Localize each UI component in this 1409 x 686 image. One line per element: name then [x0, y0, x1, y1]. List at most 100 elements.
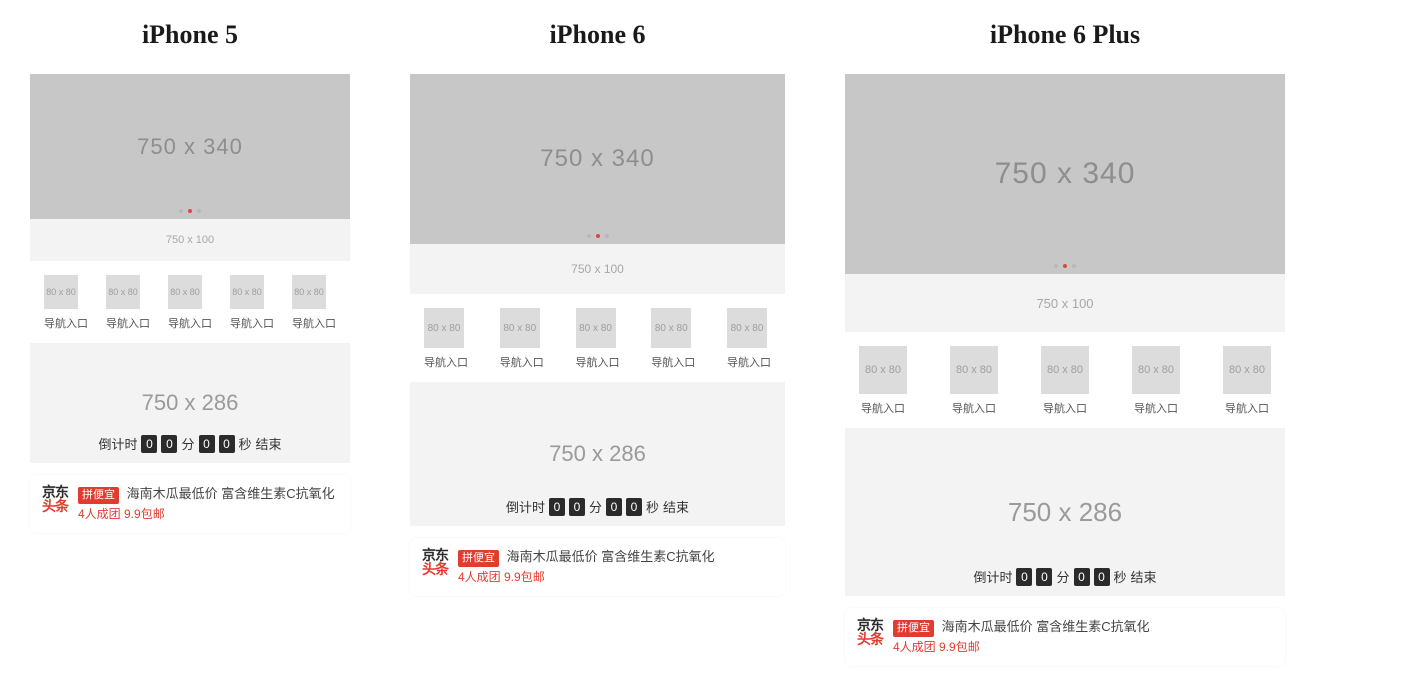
countdown-digit: 0 [1016, 568, 1032, 586]
news-logo-top: 京东 [422, 548, 448, 562]
dot[interactable] [605, 234, 609, 238]
dot-active[interactable] [188, 209, 192, 213]
news-card[interactable]: 京东 头条 拼便宜 海南木瓜最低价 富含维生素C抗氧化 4人成团 9.9包邮 [410, 538, 785, 596]
nav-label: 导航入口 [44, 315, 88, 331]
hero-banner[interactable]: 750 x 340 [845, 74, 1285, 274]
device-title: iPhone 5 [30, 20, 350, 50]
news-subline: 4人成团 9.9包邮 [893, 639, 1150, 656]
hero-banner[interactable]: 750 x 340 [30, 74, 350, 219]
news-tag: 拼便宜 [893, 620, 934, 637]
hero-banner-label: 750 x 340 [540, 145, 654, 173]
countdown-sec-unit: 秒 [646, 497, 659, 516]
promo-strip-label: 750 x 100 [571, 262, 624, 276]
news-body: 拼便宜 海南木瓜最低价 富含维生素C抗氧化 4人成团 9.9包邮 [78, 485, 335, 523]
nav-icon: 80 x 80 [576, 308, 616, 348]
news-logo-top: 京东 [857, 618, 883, 632]
secondary-banner-label: 750 x 286 [142, 390, 239, 416]
news-tag: 拼便宜 [458, 550, 499, 567]
phone-frame: 750 x 340 750 x 100 80 x 80 导航入口 80 x 80… [410, 74, 785, 596]
nav-icon: 80 x 80 [424, 308, 464, 348]
nav-icon: 80 x 80 [727, 308, 767, 348]
promo-strip-label: 750 x 100 [1036, 296, 1093, 311]
secondary-banner[interactable]: 750 x 286 倒计时 0 0 分 0 0 秒 结束 [845, 428, 1285, 596]
promo-strip[interactable]: 750 x 100 [410, 244, 785, 294]
countdown-suffix: 结束 [663, 497, 689, 516]
nav-label: 导航入口 [106, 315, 150, 331]
nav-item[interactable]: 80 x 80 导航入口 [1223, 346, 1271, 416]
nav-label: 导航入口 [500, 354, 544, 370]
countdown-digit: 0 [569, 498, 585, 516]
nav-item[interactable]: 80 x 80 导航入口 [727, 308, 771, 370]
news-logo: 京东 头条 [857, 618, 883, 646]
nav-icon: 80 x 80 [230, 275, 264, 309]
countdown-min-unit: 分 [589, 497, 602, 516]
countdown-digit: 0 [626, 498, 642, 516]
nav-item[interactable]: 80 x 80 导航入口 [44, 275, 88, 331]
nav-label: 导航入口 [424, 354, 468, 370]
nav-icon: 80 x 80 [292, 275, 326, 309]
secondary-banner[interactable]: 750 x 286 倒计时 0 0 分 0 0 秒 结束 [410, 382, 785, 526]
nav-icon: 80 x 80 [168, 275, 202, 309]
nav-label: 导航入口 [1132, 400, 1180, 416]
carousel-dots [410, 234, 785, 238]
nav-row: 80 x 80 导航入口 80 x 80 导航入口 80 x 80 导航入口 8… [30, 275, 350, 331]
device-column: iPhone 5 750 x 340 750 x 100 80 x 80 导航入… [30, 20, 350, 666]
nav-item[interactable]: 80 x 80 导航入口 [950, 346, 998, 416]
news-logo-bottom: 头条 [422, 562, 448, 576]
nav-label: 导航入口 [651, 354, 695, 370]
dot[interactable] [197, 209, 201, 213]
countdown-prefix: 倒计时 [973, 567, 1012, 586]
dot[interactable] [1054, 264, 1058, 268]
countdown-prefix: 倒计时 [506, 497, 545, 516]
dot-active[interactable] [1063, 264, 1067, 268]
phone-frame: 750 x 340 750 x 100 80 x 80 导航入口 80 x 80… [30, 74, 350, 533]
nav-item[interactable]: 80 x 80 导航入口 [168, 275, 212, 331]
news-headline: 海南木瓜最低价 富含维生素C抗氧化 [507, 549, 715, 564]
countdown-digit: 0 [606, 498, 622, 516]
news-logo: 京东 头条 [42, 485, 68, 513]
nav-item[interactable]: 80 x 80 导航入口 [651, 308, 695, 370]
nav-item[interactable]: 80 x 80 导航入口 [424, 308, 468, 370]
nav-item[interactable]: 80 x 80 导航入口 [230, 275, 274, 331]
news-card[interactable]: 京东 头条 拼便宜 海南木瓜最低价 富含维生素C抗氧化 4人成团 9.9包邮 [845, 608, 1285, 666]
promo-strip[interactable]: 750 x 100 [845, 274, 1285, 332]
device-column: iPhone 6 Plus 750 x 340 750 x 100 80 x 8… [845, 20, 1285, 666]
nav-label: 导航入口 [1223, 400, 1271, 416]
dot[interactable] [179, 209, 183, 213]
nav-icon: 80 x 80 [500, 308, 540, 348]
nav-item[interactable]: 80 x 80 导航入口 [106, 275, 150, 331]
dot[interactable] [587, 234, 591, 238]
news-headline: 海南木瓜最低价 富含维生素C抗氧化 [127, 486, 335, 501]
dot-active[interactable] [596, 234, 600, 238]
secondary-banner-label: 750 x 286 [1008, 497, 1122, 528]
nav-item[interactable]: 80 x 80 导航入口 [576, 308, 620, 370]
nav-item[interactable]: 80 x 80 导航入口 [859, 346, 907, 416]
news-card[interactable]: 京东 头条 拼便宜 海南木瓜最低价 富含维生素C抗氧化 4人成团 9.9包邮 [30, 475, 350, 533]
nav-label: 导航入口 [576, 354, 620, 370]
nav-label: 导航入口 [950, 400, 998, 416]
nav-icon: 80 x 80 [1223, 346, 1271, 394]
dot[interactable] [1072, 264, 1076, 268]
nav-label: 导航入口 [1041, 400, 1089, 416]
nav-item[interactable]: 80 x 80 导航入口 [292, 275, 336, 331]
nav-label: 导航入口 [168, 315, 212, 331]
countdown-min-unit: 分 [181, 434, 194, 453]
countdown-digit: 0 [141, 435, 157, 453]
countdown: 倒计时 0 0 分 0 0 秒 结束 [410, 497, 785, 516]
news-body: 拼便宜 海南木瓜最低价 富含维生素C抗氧化 4人成团 9.9包邮 [893, 618, 1150, 656]
nav-row: 80 x 80 导航入口 80 x 80 导航入口 80 x 80 导航入口 8… [410, 308, 785, 370]
nav-item[interactable]: 80 x 80 导航入口 [1041, 346, 1089, 416]
countdown-digit: 0 [549, 498, 565, 516]
countdown-sec-unit: 秒 [239, 434, 252, 453]
news-subline: 4人成团 9.9包邮 [78, 506, 335, 523]
nav-item[interactable]: 80 x 80 导航入口 [500, 308, 544, 370]
promo-strip[interactable]: 750 x 100 [30, 219, 350, 261]
news-subline: 4人成团 9.9包邮 [458, 569, 715, 586]
nav-row: 80 x 80 导航入口 80 x 80 导航入口 80 x 80 导航入口 8… [845, 346, 1285, 416]
secondary-banner[interactable]: 750 x 286 倒计时 0 0 分 0 0 秒 结束 [30, 343, 350, 463]
countdown: 倒计时 0 0 分 0 0 秒 结束 [30, 434, 350, 453]
news-headline: 海南木瓜最低价 富含维生素C抗氧化 [942, 619, 1150, 634]
nav-item[interactable]: 80 x 80 导航入口 [1132, 346, 1180, 416]
hero-banner[interactable]: 750 x 340 [410, 74, 785, 244]
nav-label: 导航入口 [859, 400, 907, 416]
